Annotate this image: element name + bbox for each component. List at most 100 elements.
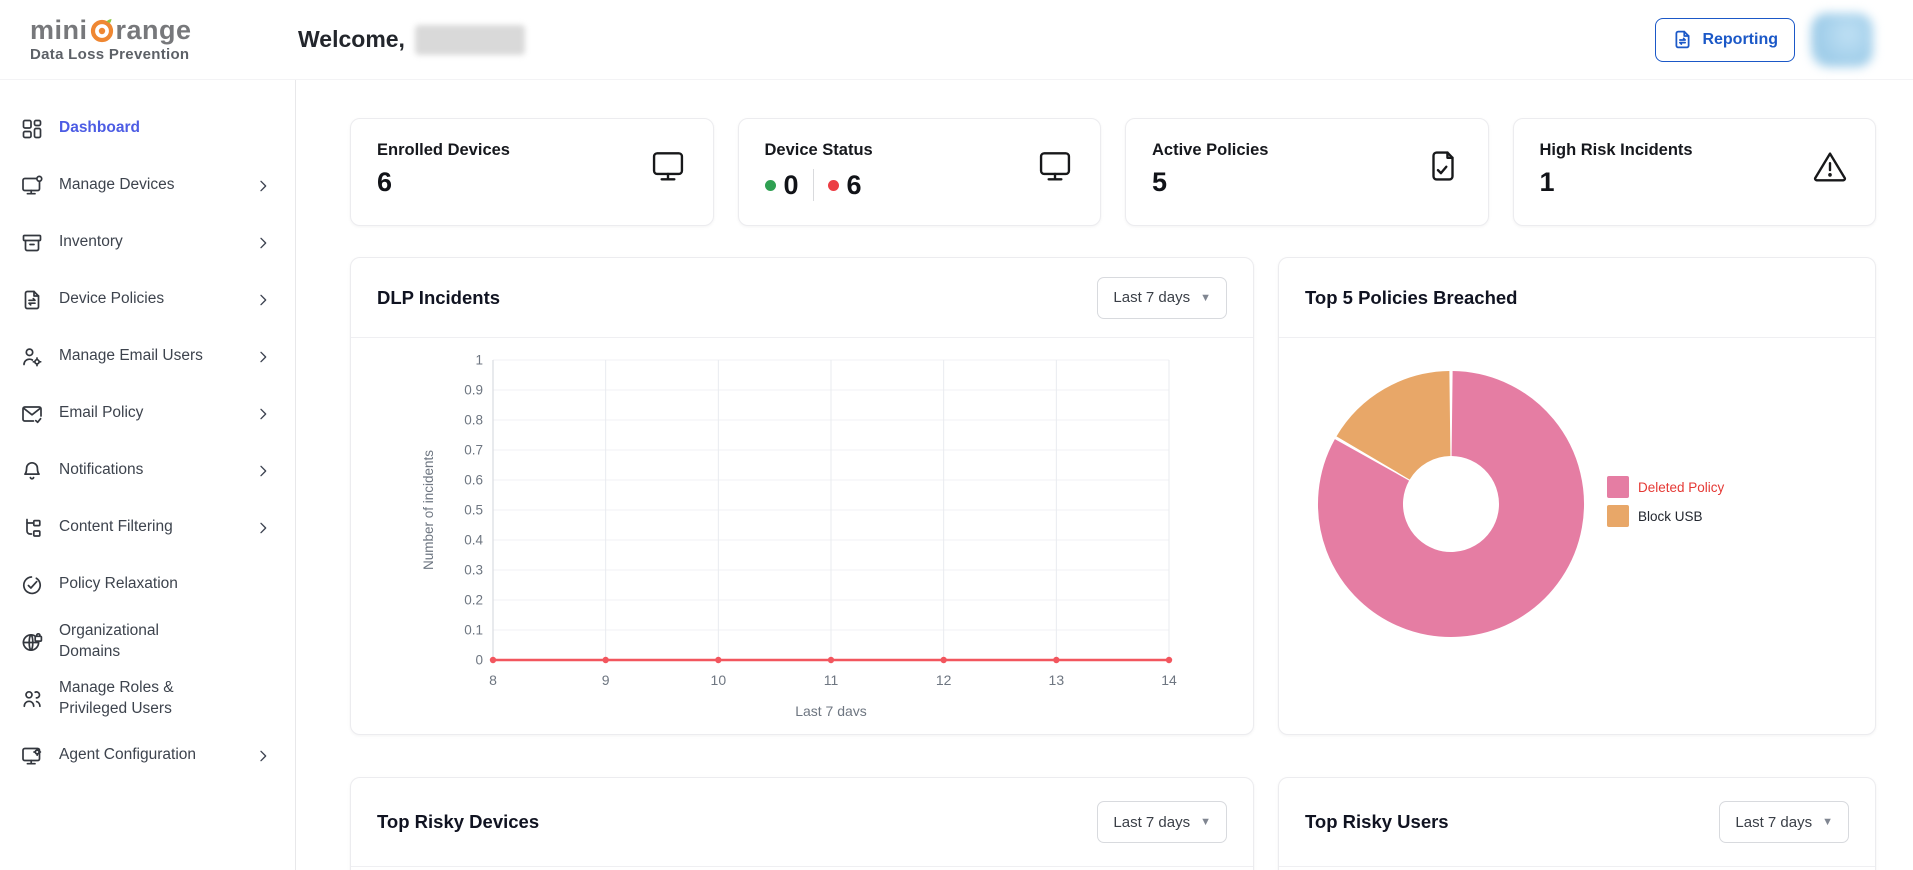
svg-text:0.1: 0.1 (464, 623, 483, 638)
svg-text:9: 9 (602, 672, 610, 688)
top-risky-devices-panel: Top Risky Devices Last 7 days ▼ (350, 777, 1254, 870)
device-status-label: Device Status (764, 141, 873, 159)
top-policies-title: Top 5 Policies Breached (1305, 286, 1518, 308)
enrolled-devices-card: Enrolled Devices 6 (350, 118, 714, 226)
policies-donut-chart: Deleted Policy Block USB (1279, 338, 1875, 640)
svg-text:12: 12 (936, 672, 952, 688)
svg-text:11: 11 (824, 672, 839, 688)
chevron-right-icon (255, 520, 271, 536)
dlp-incidents-title: DLP Incidents (377, 286, 501, 308)
svg-text:1: 1 (475, 353, 483, 368)
redacted-username (414, 24, 525, 55)
inventory-box-icon (20, 231, 44, 255)
chevron-right-icon (255, 292, 271, 308)
sidebar-item-label: Email Policy (59, 404, 144, 422)
svg-text:0.3: 0.3 (464, 563, 483, 578)
chevron-right-icon (255, 748, 271, 764)
line-chart-svg: 0 0.1 0.2 0.3 0.4 0.5 0.6 0.7 0.8 0.9 1 8 9 10 11 12 13 1… (421, 353, 1177, 720)
reporting-button[interactable]: Reporting (1655, 17, 1795, 62)
device-status-card: Device Status 0 6 (737, 118, 1101, 226)
caret-down-icon: ▼ (1200, 291, 1211, 304)
svg-text:0.7: 0.7 (464, 443, 483, 458)
sidebar-item-label: Manage Devices (59, 176, 175, 194)
avatar[interactable] (1811, 12, 1873, 67)
sidebar-item-content-filtering[interactable]: Content Filtering (20, 499, 271, 556)
sidebar-item-label: Device Policies (59, 290, 165, 308)
high-risk-incidents-card: High Risk Incidents 1 (1512, 118, 1876, 226)
brand-wordmark-suffix: range (115, 14, 192, 45)
welcome-text: Welcome, (298, 26, 405, 52)
sidebar-item-dashboard[interactable]: Dashboard (20, 100, 271, 157)
policy-doc-check-icon (1424, 141, 1462, 190)
sidebar-item-label: Content Filtering (59, 518, 173, 536)
main-content: Enrolled Devices 6 Device Status 0 6 Act… (296, 80, 1913, 870)
sidebar-item-organizational-domains[interactable]: Organizational Domains (20, 613, 271, 670)
sidebar-item-label: Manage Roles & Privileged Users (59, 678, 174, 717)
sidebar-item-label: Dashboard (59, 119, 140, 137)
svg-text:13: 13 (1049, 672, 1065, 688)
user-gear-icon (20, 345, 44, 369)
reporting-button-label: Reporting (1702, 30, 1778, 48)
sidebar-item-label: Inventory (59, 233, 123, 251)
sidebar-item-label: Notifications (59, 461, 144, 479)
svg-text:0: 0 (475, 653, 483, 668)
sidebar-item-manage-roles[interactable]: Manage Roles & Privileged Users (20, 670, 271, 727)
active-policies-value: 5 (1152, 167, 1168, 197)
active-policies-label: Active Policies (1152, 141, 1269, 159)
report-doc-icon (1672, 29, 1693, 50)
warning-triangle-icon (1811, 141, 1849, 190)
risky-users-range-dropdown[interactable]: Last 7 days ▼ (1719, 801, 1849, 843)
sidebar-item-agent-configuration[interactable]: Agent Configuration (20, 727, 271, 784)
offline-count: 6 (846, 169, 862, 200)
sidebar-item-inventory[interactable]: Inventory (20, 214, 271, 271)
dlp-dashboard-app: mini range Data Loss Prevention Welcome, (0, 0, 1913, 870)
top-risky-users-title: Top Risky Users (1305, 811, 1449, 832)
sidebar-item-manage-email-users[interactable]: Manage Email Users (20, 328, 271, 385)
chevron-right-icon (255, 463, 271, 479)
svg-text:0.8: 0.8 (464, 413, 483, 428)
users-icon (20, 687, 44, 711)
chevron-right-icon (255, 406, 271, 422)
donut-chart-svg (1318, 371, 1584, 637)
svg-text:0.9: 0.9 (464, 383, 483, 398)
legend-swatch (1607, 476, 1629, 498)
sidebar-item-label: Policy Relaxation (59, 575, 178, 593)
sidebar-item-manage-devices[interactable]: Manage Devices (20, 157, 271, 214)
svg-text:8: 8 (489, 672, 497, 688)
online-count: 0 (783, 169, 799, 200)
envelope-check-icon (20, 402, 44, 426)
filter-tree-icon (20, 516, 44, 540)
risky-users-range-value: Last 7 days (1735, 813, 1813, 831)
dlp-range-value: Last 7 days (1113, 289, 1191, 306)
top-header: mini range Data Loss Prevention Welcome, (0, 0, 1913, 80)
dlp-range-dropdown[interactable]: Last 7 days ▼ (1097, 276, 1227, 319)
dlp-incidents-chart: 0 0.1 0.2 0.3 0.4 0.5 0.6 0.7 0.8 0.9 1 8 9 10 11 12 13 1… (351, 338, 1253, 721)
svg-text:10: 10 (711, 672, 727, 688)
svg-text:0.2: 0.2 (464, 593, 483, 608)
status-divider (812, 169, 814, 201)
bell-icon (20, 459, 44, 483)
legend-item-block-usb: Block USB (1607, 505, 1724, 527)
enrolled-devices-value: 6 (377, 167, 393, 197)
sidebar-item-policy-relaxation[interactable]: Policy Relaxation (20, 556, 271, 613)
svg-text:0.6: 0.6 (464, 473, 483, 488)
donut-legend: Deleted Policy Block USB (1607, 476, 1724, 640)
sidebar-item-device-policies[interactable]: Device Policies (20, 271, 271, 328)
svg-text:0.4: 0.4 (464, 533, 483, 548)
svg-text:Last 7 days: Last 7 days (795, 703, 867, 716)
risky-devices-range-dropdown[interactable]: Last 7 days ▼ (1097, 801, 1227, 843)
svg-text:14: 14 (1161, 672, 1177, 688)
sidebar-item-email-policy[interactable]: Email Policy (20, 385, 271, 442)
online-status-dot (764, 179, 776, 191)
sidebar-item-notifications[interactable]: Notifications (20, 442, 271, 499)
top-risky-users-panel: Top Risky Users Last 7 days ▼ (1278, 777, 1876, 870)
dlp-incidents-panel: DLP Incidents Last 7 days ▼ 0 0.1 0.2 0.3 0.… (350, 257, 1254, 735)
miniorange-logo-icon (89, 17, 115, 43)
legend-label: Block USB (1638, 508, 1703, 524)
caret-down-icon: ▼ (1822, 816, 1833, 828)
chevron-right-icon (255, 178, 271, 194)
top-policies-panel: Top 5 Policies Breached Deleted Policy B… (1278, 257, 1876, 735)
high-risk-incidents-label: High Risk Incidents (1539, 141, 1693, 159)
monitor-badge-icon (20, 174, 44, 198)
svg-text:Number of incidents: Number of incidents (421, 450, 436, 570)
